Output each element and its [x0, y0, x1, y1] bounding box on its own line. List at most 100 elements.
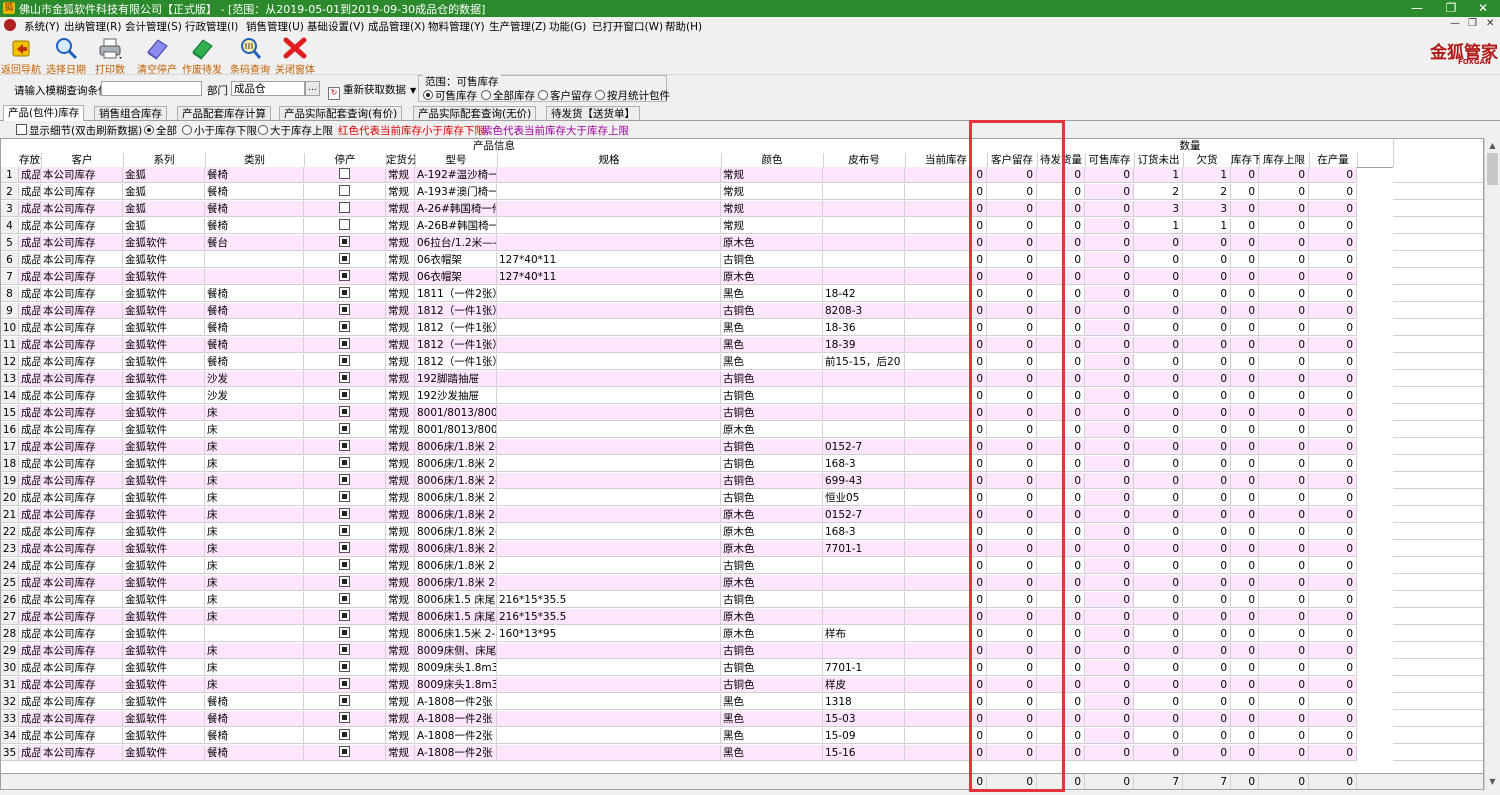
cell-skin-no[interactable]: 15-09 [823, 728, 905, 744]
cell-category[interactable]: 餐椅 [205, 286, 304, 302]
cell-sellable-stock[interactable]: 0 [1085, 711, 1134, 727]
cell-order-class[interactable]: 常规 [386, 711, 415, 727]
cell-stock-min[interactable]: 0 [1231, 643, 1259, 659]
cell-stock-min[interactable]: 0 [1231, 626, 1259, 642]
discontinued-checkbox[interactable] [339, 219, 350, 230]
cell-warehouse[interactable]: 成品仓 [19, 456, 41, 472]
cell-color[interactable]: 常规 [721, 167, 823, 183]
discontinued-checkbox[interactable] [339, 457, 350, 468]
cell-color[interactable]: 原木色 [721, 575, 823, 591]
cell-stock-min[interactable]: 0 [1231, 320, 1259, 336]
cell-customer[interactable]: 本公司库存 [41, 252, 123, 268]
col-header-undefined[interactable] [1357, 153, 1394, 168]
cell-skin-no[interactable] [823, 405, 905, 421]
cell-warehouse[interactable]: 成品仓 [19, 490, 41, 506]
tab-product-stock[interactable]: 产品(包件)库存 [3, 105, 85, 121]
cell-discontinued[interactable] [304, 388, 386, 404]
refresh-data-button[interactable]: ↻ 重新获取数据 ▼ [328, 82, 416, 100]
table-row[interactable]: 32成品仓本公司库存金狐软件餐椅常规A-1808一件2张黑色1318000000… [1, 694, 1483, 711]
cell-discontinued[interactable] [304, 745, 386, 761]
cell-sellable-stock[interactable]: 0 [1085, 609, 1134, 625]
cell-backorder[interactable]: 1 [1183, 218, 1231, 234]
cell-warehouse[interactable]: 成品仓 [19, 592, 41, 608]
cell-customer[interactable]: 本公司库存 [41, 303, 123, 319]
cell-unshipped-orders[interactable]: 0 [1134, 575, 1183, 591]
cell-skin-no[interactable]: 8208-3 [823, 303, 905, 319]
cell-series[interactable]: 金狐软件 [123, 660, 205, 676]
cell-order-class[interactable]: 常规 [386, 184, 415, 200]
show-detail-checkbox[interactable]: 显示细节(双击刷新数据) [16, 123, 142, 138]
cell-sellable-stock[interactable]: 0 [1085, 235, 1134, 251]
scope-customer-radio[interactable]: 客户留存 [538, 88, 592, 103]
cell-order-class[interactable]: 常规 [386, 643, 415, 659]
cell-color[interactable]: 古铜色 [721, 473, 823, 489]
cell-warehouse[interactable]: 成品仓 [19, 558, 41, 574]
col-header-color[interactable]: 颜色 [721, 153, 824, 168]
table-row[interactable]: 23成品仓本公司库存金狐软件床 常规8006床/1.8米 2-1床头 原木色7701… [1, 541, 1483, 558]
cell-sellable-stock[interactable]: 0 [1085, 728, 1134, 744]
cell-warehouse[interactable]: 成品仓 [19, 201, 41, 217]
table-row[interactable]: 2成品仓本公司库存金狐餐椅常规A-193#澳门椅一件2张常规000022000 [1, 184, 1483, 201]
cell-discontinued[interactable] [304, 439, 386, 455]
cell-model[interactable]: 8006床/1.8米 2-1床头 [415, 541, 497, 557]
cell-skin-no[interactable]: 恒业05 [823, 490, 905, 506]
cell-unshipped-orders[interactable]: 0 [1134, 507, 1183, 523]
cell-color[interactable]: 黑色 [721, 728, 823, 744]
cell-warehouse[interactable]: 成品仓 [19, 541, 41, 557]
cell-backorder[interactable]: 0 [1183, 745, 1231, 761]
discontinued-checkbox[interactable] [339, 746, 350, 757]
cell-customer[interactable]: 本公司库存 [41, 694, 123, 710]
filter-all-radio[interactable]: 全部 [144, 123, 177, 138]
discontinued-checkbox[interactable] [339, 491, 350, 502]
cell-in-production[interactable]: 0 [1309, 371, 1357, 387]
cell-color[interactable]: 黑色 [721, 286, 823, 302]
cell-stock-max[interactable]: 0 [1259, 167, 1309, 183]
cell-backorder[interactable]: 0 [1183, 711, 1231, 727]
table-row[interactable]: 9成品仓本公司库存金狐软件餐椅常规1812（一件1张）古铜色8208-30000… [1, 303, 1483, 320]
cell-series[interactable]: 金狐软件 [123, 371, 205, 387]
cell-category[interactable]: 餐台 [205, 235, 304, 251]
cell-order-class[interactable]: 常规 [386, 677, 415, 693]
cell-color[interactable]: 原木色 [721, 422, 823, 438]
cell-model[interactable]: 8006床1.5米 2-1床头 [415, 626, 497, 642]
cell-sellable-stock[interactable]: 0 [1085, 524, 1134, 540]
cell-order-class[interactable]: 常规 [386, 541, 415, 557]
cell-model[interactable]: A-1808一件2张 [415, 694, 497, 710]
fuzzy-query-input[interactable] [101, 81, 202, 96]
cell-category[interactable]: 床 [205, 609, 304, 625]
cell-sellable-stock[interactable]: 0 [1085, 337, 1134, 353]
cell-customer[interactable]: 本公司库存 [41, 592, 123, 608]
menu-open-windows[interactable]: 已打开窗口(W) [592, 19, 663, 34]
cell-discontinued[interactable] [304, 184, 386, 200]
cell-sellable-stock[interactable]: 0 [1085, 456, 1134, 472]
cell-unshipped-orders[interactable]: 0 [1134, 592, 1183, 608]
cell-spec[interactable] [497, 167, 721, 183]
cell-series[interactable]: 金狐 [123, 218, 205, 234]
cell-order-class[interactable]: 常规 [386, 558, 415, 574]
cell-stock-min[interactable]: 0 [1231, 728, 1259, 744]
cell-discontinued[interactable] [304, 541, 386, 557]
dept-browse-button[interactable]: ... [305, 81, 320, 96]
cell-color[interactable]: 古铜色 [721, 490, 823, 506]
select-date-button[interactable]: 选择日期 [45, 34, 87, 76]
cell-order-class[interactable]: 常规 [386, 507, 415, 523]
cell-customer[interactable]: 本公司库存 [41, 728, 123, 744]
discontinued-checkbox[interactable] [339, 576, 350, 587]
cell-in-production[interactable]: 0 [1309, 218, 1357, 234]
cell-spec[interactable] [497, 660, 721, 676]
cell-skin-no[interactable]: 18-39 [823, 337, 905, 353]
cell-stock-min[interactable]: 0 [1231, 507, 1259, 523]
table-row[interactable]: 21成品仓本公司库存金狐软件床 常规8006床/1.8米 2-1床头 原木色0152… [1, 507, 1483, 524]
discontinued-checkbox[interactable] [339, 355, 350, 366]
cell-skin-no[interactable]: 0152-7 [823, 507, 905, 523]
cell-category[interactable]: 餐椅 [205, 320, 304, 336]
cell-color[interactable]: 黑色 [721, 711, 823, 727]
cell-skin-no[interactable] [823, 643, 905, 659]
cell-skin-no[interactable]: 样皮 [823, 677, 905, 693]
cell-series[interactable]: 金狐软件 [123, 354, 205, 370]
cell-order-class[interactable]: 常规 [386, 609, 415, 625]
cell-customer[interactable]: 本公司库存 [41, 541, 123, 557]
cell-series[interactable]: 金狐软件 [123, 558, 205, 574]
cell-category[interactable]: 餐椅 [205, 303, 304, 319]
table-row[interactable]: 26成品仓本公司库存金狐软件床 常规8006床1.5 床尾2-2216*15*35… [1, 592, 1483, 609]
